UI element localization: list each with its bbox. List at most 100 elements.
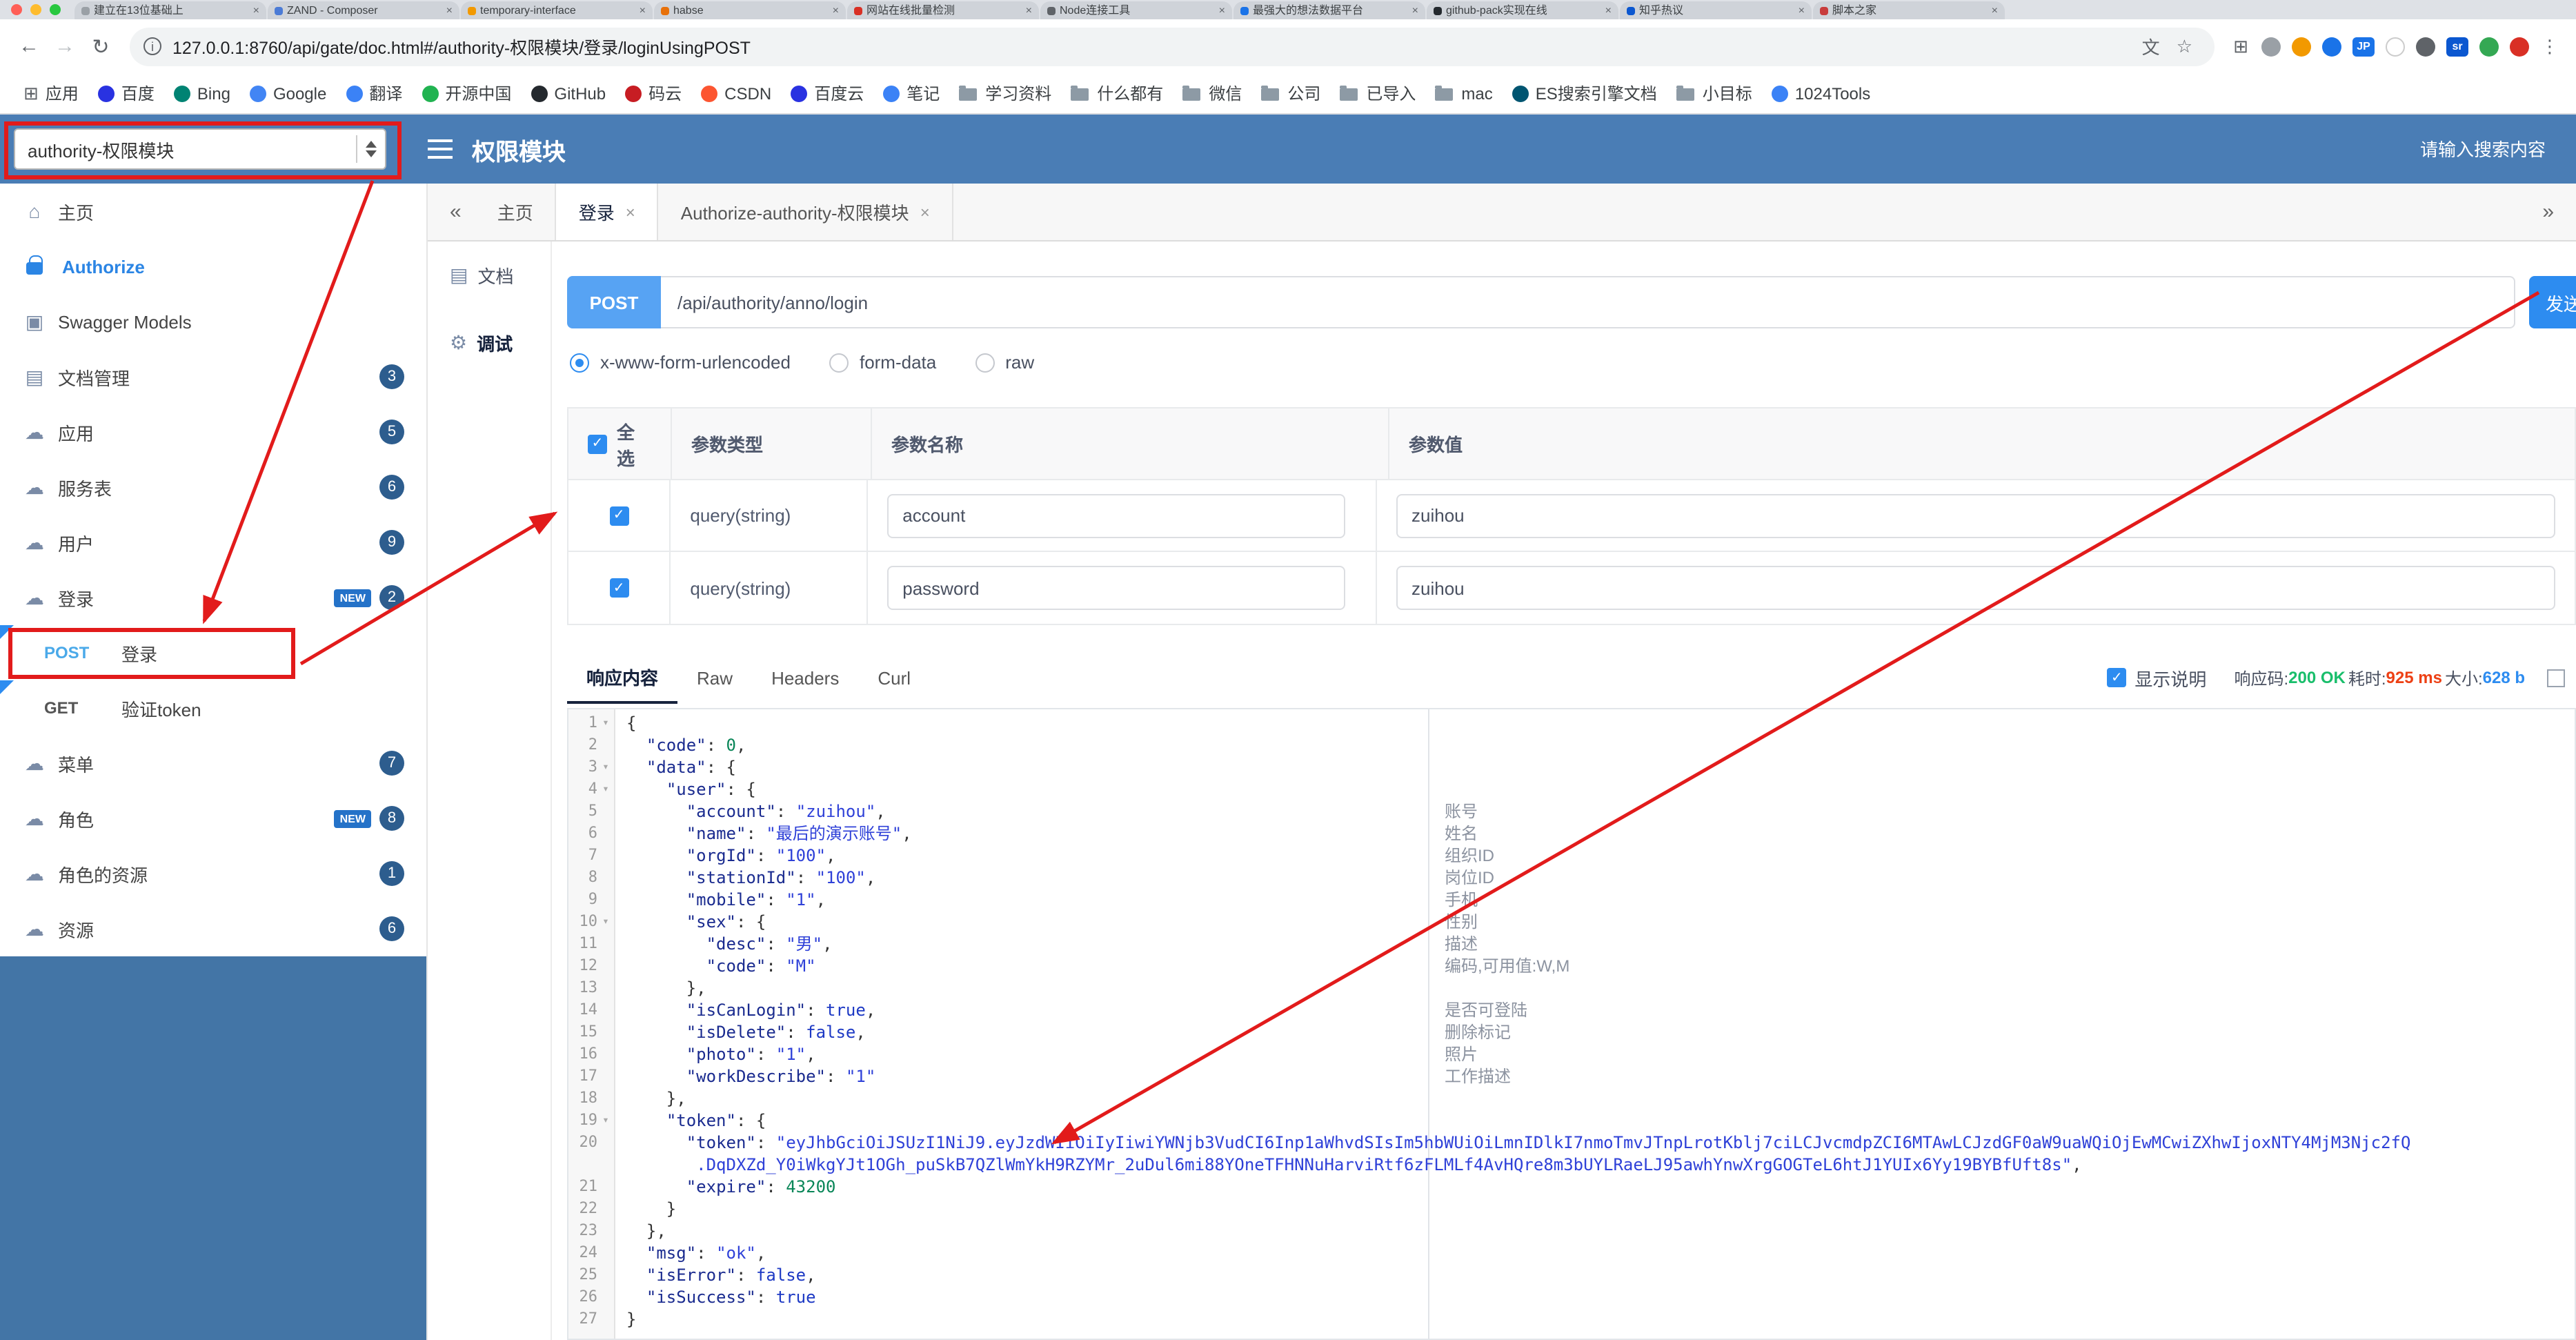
line-number[interactable]: 26 — [568, 1286, 615, 1308]
bookmark-item[interactable]: 1024Tools — [1762, 78, 1880, 108]
orange-extension-icon[interactable] — [2292, 37, 2311, 56]
address-bar[interactable]: i 127.0.0.1:8760/api/gate/doc.html#/auth… — [130, 27, 2215, 66]
bookmark-item[interactable]: Google — [240, 78, 336, 108]
line-number[interactable]: 2 — [568, 734, 615, 756]
fold-icon[interactable]: ▾ — [597, 778, 614, 800]
sidebar-item-swagger-models[interactable]: ▣ Swagger Models — [0, 294, 426, 349]
line-number[interactable]: 7 — [568, 845, 615, 867]
extensions-icon[interactable]: ⊞ — [2226, 35, 2256, 57]
tab-close-icon[interactable]: × — [1799, 4, 1805, 17]
bookmark-item[interactable]: mac — [1425, 78, 1502, 108]
bookmark-item[interactable]: ⊞ 应用 — [14, 78, 88, 108]
response-editor[interactable]: 1 ▾ {2 "code": 0, 3 ▾ "data": {4 ▾ "user": {5… — [567, 708, 2576, 1340]
line-number[interactable]: 11 — [568, 933, 615, 955]
sidebar-item-verify-token-get[interactable]: GET 验证token — [0, 680, 426, 736]
minimize-window-icon[interactable] — [30, 4, 41, 15]
tab-close-icon[interactable]: × — [253, 4, 259, 17]
browser-tab[interactable]: 建立在13位基础上 × — [75, 1, 266, 19]
doc-tab-doc[interactable]: ▤ 文档 — [428, 242, 551, 309]
param-name-input[interactable] — [887, 566, 1346, 610]
page-tab-login[interactable]: 登录 × — [556, 184, 659, 240]
response-tab-curl[interactable]: Curl — [858, 651, 930, 704]
line-number[interactable]: 27 — [568, 1308, 615, 1330]
profile-avatar[interactable] — [2510, 37, 2529, 56]
menu-toggle-icon[interactable] — [428, 139, 453, 159]
line-number[interactable]: 20 — [568, 1132, 615, 1154]
line-number[interactable]: 15 — [568, 1021, 615, 1043]
white-extension-icon[interactable] — [2386, 37, 2405, 56]
doc-tab-debug[interactable]: ⚙ 调试 — [428, 309, 551, 377]
bookmark-item[interactable]: GitHub — [521, 78, 615, 108]
back-icon[interactable]: ← — [11, 35, 47, 58]
param-checkbox[interactable] — [609, 506, 629, 525]
sidebar-item-login-post[interactable]: POST 登录 — [0, 625, 426, 680]
tabs-expand-icon[interactable]: » — [2528, 200, 2568, 224]
bookmark-star-icon[interactable]: ☆ — [2177, 35, 2192, 57]
bookmark-item[interactable]: 什么都有 — [1061, 78, 1173, 108]
bookmark-item[interactable]: 公司 — [1251, 78, 1330, 108]
show-desc-toggle[interactable]: 显示说明 — [2107, 664, 2206, 691]
bookmark-item[interactable]: 微信 — [1173, 78, 1251, 108]
refresh-icon[interactable]: ↻ — [83, 34, 119, 59]
bookmark-item[interactable]: Bing — [164, 78, 240, 108]
tab-close-icon[interactable]: × — [833, 4, 839, 17]
param-name-input[interactable] — [887, 493, 1346, 538]
translate-icon[interactable]: 文 — [2142, 33, 2160, 59]
sidebar-item-docs[interactable]: ▤ 文档管理 3 — [0, 349, 426, 404]
sidebar-item-home[interactable]: ⌂ 主页 — [0, 184, 426, 239]
page-tab-home[interactable]: 主页 — [475, 184, 557, 240]
param-checkbox[interactable] — [609, 578, 629, 598]
info-extension-icon[interactable] — [2261, 37, 2281, 56]
line-number[interactable]: 12 — [568, 955, 615, 977]
green-extension-icon[interactable] — [2479, 37, 2499, 56]
browser-tab[interactable]: ZAND - Composer × — [268, 1, 459, 19]
line-number[interactable]: 19 ▾ — [568, 1110, 615, 1132]
zoom-window-icon[interactable] — [50, 4, 61, 15]
content-type-raw[interactable]: raw — [975, 352, 1034, 373]
page-tab-authorize[interactable]: Authorize-authority-权限模块 × — [659, 184, 953, 240]
line-number[interactable]: 16 — [568, 1043, 615, 1065]
sidebar-item-login[interactable]: ☁ 登录 NEW 2 — [0, 570, 426, 625]
sidebar-item-menu[interactable]: ☁ 菜单 7 — [0, 736, 426, 791]
header-search-input[interactable] — [2270, 139, 2546, 159]
sidebar-item-resource[interactable]: ☁ 资源 6 — [0, 901, 426, 956]
window-controls[interactable] — [11, 0, 61, 19]
param-value-input[interactable] — [1396, 493, 2555, 538]
sr-extension-icon[interactable]: sr — [2446, 37, 2468, 56]
fullscreen-icon[interactable] — [2547, 669, 2565, 687]
request-url-input[interactable] — [661, 276, 2515, 328]
response-tab-raw[interactable]: Raw — [677, 651, 752, 704]
blue-extension-icon[interactable] — [2322, 37, 2341, 56]
sidebar-item-app[interactable]: ☁ 应用 5 — [0, 404, 426, 460]
content-type-x-www-form-urlencoded[interactable]: x-www-form-urlencoded — [570, 352, 791, 373]
page-info-icon[interactable]: i — [143, 37, 161, 55]
response-tab-content[interactable]: 响应内容 — [567, 651, 678, 704]
response-tab-headers[interactable]: Headers — [752, 651, 858, 704]
bookmark-item[interactable]: 开源中国 — [412, 78, 521, 108]
bookmark-item[interactable]: 翻译 — [336, 78, 412, 108]
line-number[interactable]: 18 — [568, 1087, 615, 1110]
line-number[interactable]: 6 — [568, 822, 615, 845]
line-number[interactable]: 21 — [568, 1176, 615, 1198]
fold-icon[interactable]: ▾ — [597, 911, 614, 933]
line-number[interactable]: 24 — [568, 1242, 615, 1264]
fold-icon[interactable]: ▾ — [597, 756, 614, 778]
bookmark-item[interactable]: 笔记 — [873, 78, 949, 108]
browser-tab[interactable]: github-pack实现在线 × — [1427, 1, 1618, 19]
more-vert-icon[interactable]: ⋮ — [2535, 35, 2565, 57]
sidebar-item-role[interactable]: ☁ 角色 NEW 8 — [0, 791, 426, 846]
bookmark-item[interactable]: 学习资料 — [949, 78, 1061, 108]
line-number[interactable]: 3 ▾ — [568, 756, 615, 778]
line-number[interactable]: 1 ▾ — [568, 712, 615, 734]
select-all-checkbox[interactable] — [588, 434, 607, 453]
line-number[interactable]: 23 — [568, 1220, 615, 1242]
tab-close-icon[interactable]: × — [1026, 4, 1032, 17]
fold-icon[interactable]: ▾ — [597, 1110, 614, 1132]
browser-tab[interactable]: 知乎热议 × — [1620, 1, 1812, 19]
browser-tab[interactable]: Node连接工具 × — [1040, 1, 1232, 19]
bookmark-item[interactable]: ES搜索引擎文档 — [1503, 78, 1667, 108]
tab-close-icon[interactable]: × — [1219, 4, 1225, 17]
param-value-input[interactable] — [1396, 566, 2555, 610]
tab-close-icon[interactable]: × — [1992, 4, 1998, 17]
bookmark-item[interactable]: 百度云 — [781, 78, 873, 108]
